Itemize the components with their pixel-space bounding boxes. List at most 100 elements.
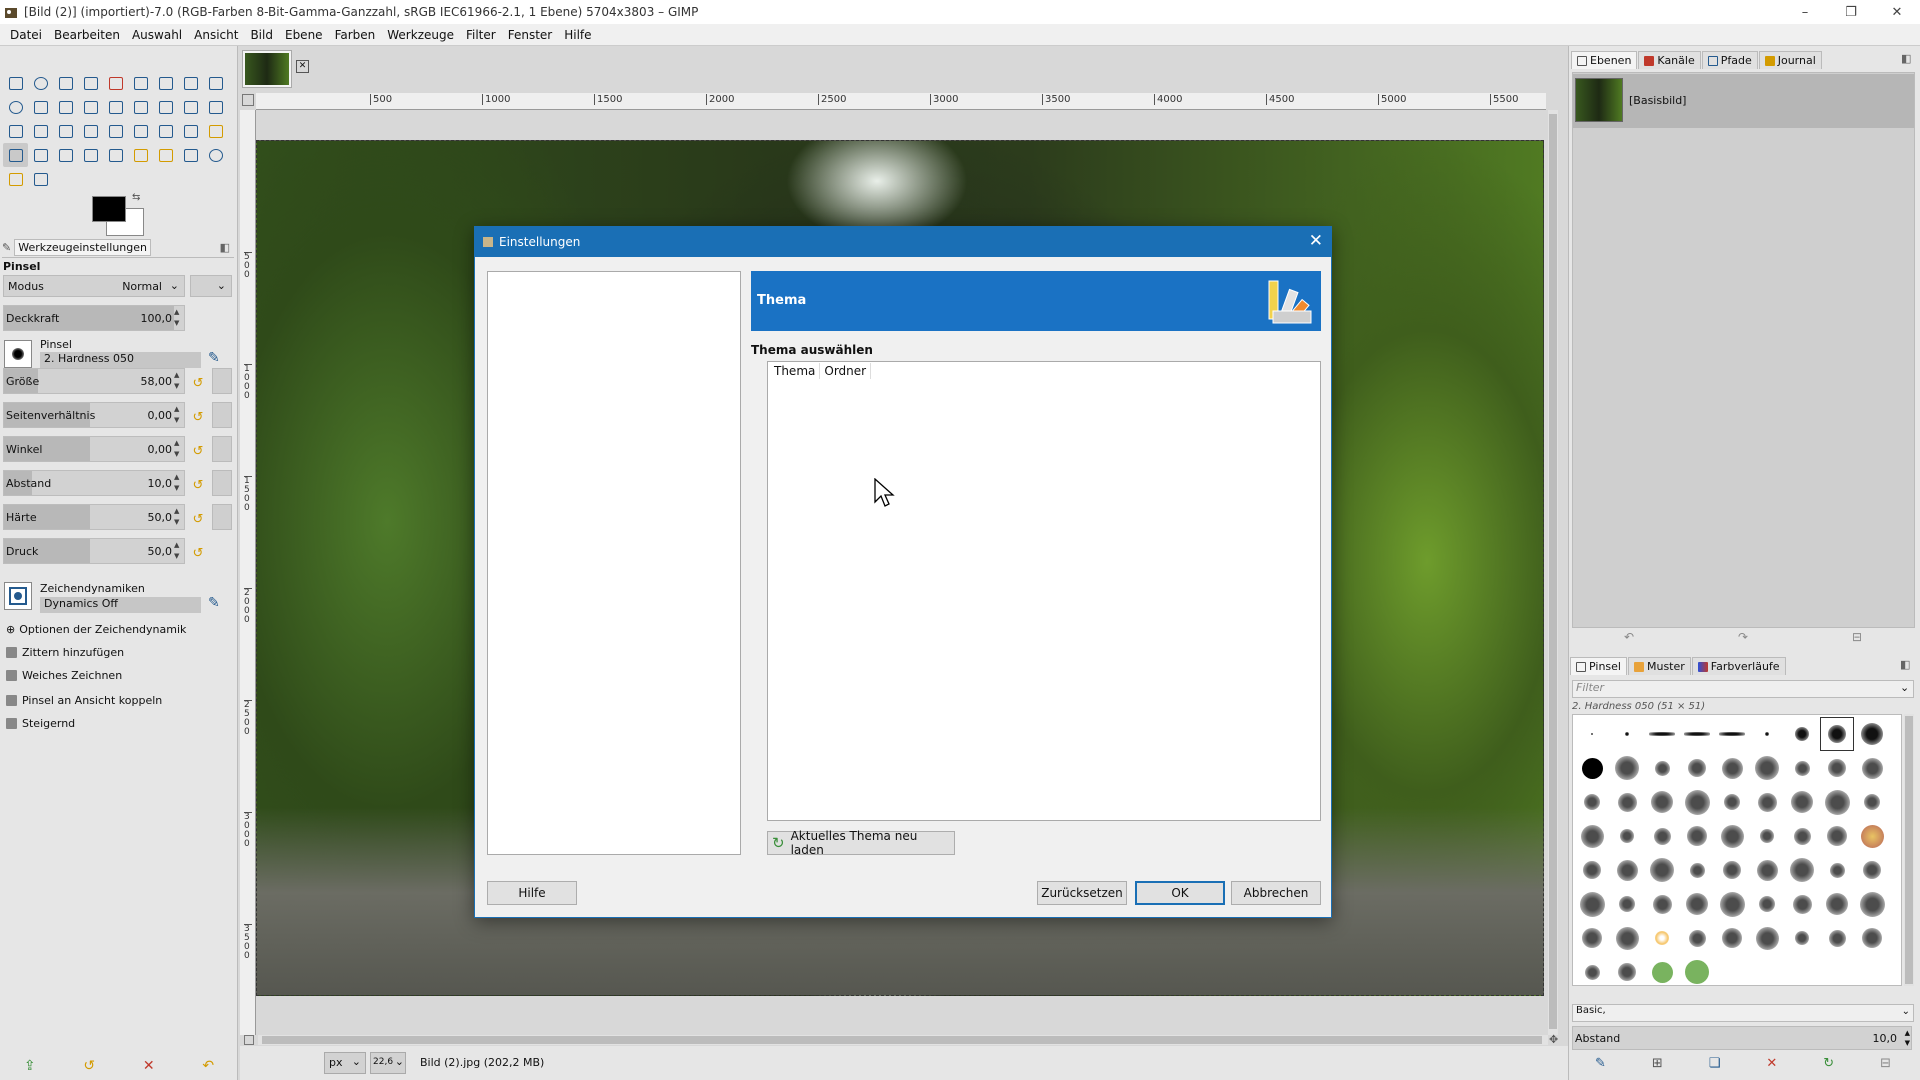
brush-thumbnail[interactable] <box>1715 819 1749 853</box>
tab-paths[interactable]: Pfade <box>1701 51 1758 69</box>
brush-thumbnail[interactable] <box>1855 717 1889 751</box>
link-size-button[interactable] <box>212 368 232 394</box>
brush-thumbnail[interactable] <box>1575 717 1609 751</box>
reset-spacing-icon[interactable]: ↺ <box>188 474 208 496</box>
duplicate-brush-icon[interactable]: ❏ <box>1709 1056 1721 1076</box>
clone-tool[interactable] <box>128 143 153 167</box>
dodge-burn-tool[interactable] <box>203 143 228 167</box>
menu-farben[interactable]: Farben <box>329 28 382 42</box>
brush-thumbnail[interactable] <box>1785 887 1819 921</box>
foreground-color-swatch[interactable] <box>92 196 126 222</box>
brush-thumbnail[interactable] <box>1645 955 1679 989</box>
tab-patterns[interactable]: Muster <box>1627 657 1691 675</box>
reload-theme-button[interactable]: ↻ Aktuelles Thema neu laden <box>767 829 955 857</box>
tab-channels[interactable]: Kanäle <box>1638 51 1701 69</box>
brush-thumbnail[interactable] <box>1820 819 1854 853</box>
heal-tool[interactable] <box>153 143 178 167</box>
move-tool[interactable] <box>53 95 78 119</box>
help-button[interactable]: Hilfe <box>487 881 577 905</box>
mode-select[interactable]: Modus Normal ⌄ <box>3 275 185 297</box>
fuzzy-select-tool[interactable] <box>78 71 103 95</box>
foreground-select-tool[interactable] <box>153 71 178 95</box>
brush-thumbnail[interactable] <box>1645 717 1679 751</box>
brush-thumbnail[interactable] <box>1785 785 1819 819</box>
link-spacing-button[interactable] <box>212 470 232 496</box>
color-select-tool[interactable] <box>103 71 128 95</box>
mypaint-brush-tool[interactable] <box>103 143 128 167</box>
minimize-button[interactable]: – <box>1782 0 1828 24</box>
brush-thumbnail[interactable] <box>1610 819 1644 853</box>
brush-thumbnail[interactable] <box>1750 853 1784 887</box>
handle-transform-tool[interactable] <box>178 95 203 119</box>
brush-filter-input[interactable]: Filter <box>1572 680 1914 698</box>
ok-button[interactable]: OK <box>1135 881 1225 905</box>
brush-thumbnail[interactable] <box>1680 819 1714 853</box>
swap-colors-icon[interactable]: ⇆ <box>132 192 140 203</box>
perspective-tool[interactable] <box>103 119 128 143</box>
brush-tag-field[interactable]: Basic, ⌄ <box>1572 1004 1914 1022</box>
color-picker-tool[interactable] <box>203 71 228 95</box>
column-folder[interactable]: Ordner <box>820 363 872 379</box>
brush-thumbnail[interactable] <box>1645 751 1679 785</box>
menu-werkzeuge[interactable]: Werkzeuge <box>381 28 460 42</box>
unified-transform-tool[interactable] <box>128 95 153 119</box>
spin-arrows-icon[interactable]: ▲ ▼ <box>174 438 183 460</box>
brush-thumbnail[interactable] <box>1785 717 1819 751</box>
brush-thumbnail[interactable] <box>1680 717 1714 751</box>
free-select-tool[interactable] <box>53 71 78 95</box>
delete-brush-icon[interactable]: ✕ <box>1766 1056 1777 1076</box>
measure-tool[interactable] <box>28 95 53 119</box>
brush-thumbnail[interactable] <box>1575 785 1609 819</box>
warp-transform-tool[interactable] <box>153 95 178 119</box>
menu-fenster[interactable]: Fenster <box>502 28 559 42</box>
lock-brush-view-checkbox[interactable]: Pinsel an Ansicht koppeln <box>6 691 162 709</box>
open-brush-icon[interactable]: ⊟ <box>1880 1056 1891 1076</box>
preferences-category-list[interactable] <box>487 271 741 855</box>
navigate-icon[interactable]: ✥ <box>1549 1033 1558 1046</box>
column-theme[interactable]: Thema <box>770 363 821 379</box>
theme-list[interactable]: Thema Ordner <box>767 361 1321 821</box>
brush-thumbnail[interactable] <box>1715 785 1749 819</box>
spin-arrows-icon[interactable]: ▲ ▼ <box>174 404 183 426</box>
brush-thumbnail[interactable] <box>1820 921 1854 955</box>
reset-force-icon[interactable]: ↺ <box>188 542 208 564</box>
brush-thumbnail[interactable] <box>1680 751 1714 785</box>
blur-tool[interactable] <box>3 167 28 191</box>
brush-thumbnail[interactable] <box>1680 955 1714 989</box>
smudge-small-tool[interactable] <box>28 167 53 191</box>
force-spinner[interactable]: Druck 50,0 ▲ ▼ <box>3 538 185 564</box>
brush-thumbnail[interactable] <box>1680 785 1714 819</box>
brush-thumbnail[interactable] <box>1575 751 1609 785</box>
brush-thumbnail[interactable] <box>1610 751 1644 785</box>
brush-thumbnail[interactable] <box>1610 887 1644 921</box>
brush-thumbnail[interactable] <box>1750 887 1784 921</box>
zoom-select[interactable]: 22,6 ⌄ <box>370 1052 406 1074</box>
brush-thumbnail[interactable] <box>1575 853 1609 887</box>
brush-thumbnail[interactable] <box>1715 853 1749 887</box>
brush-thumbnail[interactable] <box>1855 887 1889 921</box>
menu-bearbeiten[interactable]: Bearbeiten <box>48 28 126 42</box>
menu-filter[interactable]: Filter <box>460 28 502 42</box>
undo-icon[interactable]: ↶ <box>1624 630 1634 646</box>
reset-aspect-icon[interactable]: ↺ <box>188 406 208 428</box>
shear-tool[interactable] <box>78 119 103 143</box>
brush-thumbnail[interactable] <box>1750 751 1784 785</box>
menu-ansicht[interactable]: Ansicht <box>188 28 244 42</box>
delete-options-icon[interactable]: ✕ <box>143 1058 155 1074</box>
close-window-button[interactable]: ✕ <box>1874 0 1920 24</box>
brush-thumbnail[interactable] <box>1645 785 1679 819</box>
crop-tool[interactable] <box>103 95 128 119</box>
smudge-tool[interactable] <box>203 119 228 143</box>
dialog-close-icon[interactable]: ✕ <box>1309 231 1323 251</box>
text-tool[interactable] <box>128 119 153 143</box>
brush-thumbnail[interactable] <box>1750 921 1784 955</box>
brush-thumbnail[interactable] <box>1645 921 1679 955</box>
menu-hilfe[interactable]: Hilfe <box>558 28 597 42</box>
perspective-clone-tool[interactable] <box>28 119 53 143</box>
brush-thumbnail[interactable] <box>1855 853 1889 887</box>
configure-tab-icon[interactable]: ◧ <box>1900 658 1910 671</box>
brush-thumbnail[interactable] <box>1820 887 1854 921</box>
horizontal-scrollbar[interactable] <box>258 1035 1548 1045</box>
brush-spacing-spinner[interactable]: Abstand 10,0 ▲ ▼ <box>1572 1026 1912 1050</box>
brush-thumbnail[interactable] <box>1575 955 1609 989</box>
